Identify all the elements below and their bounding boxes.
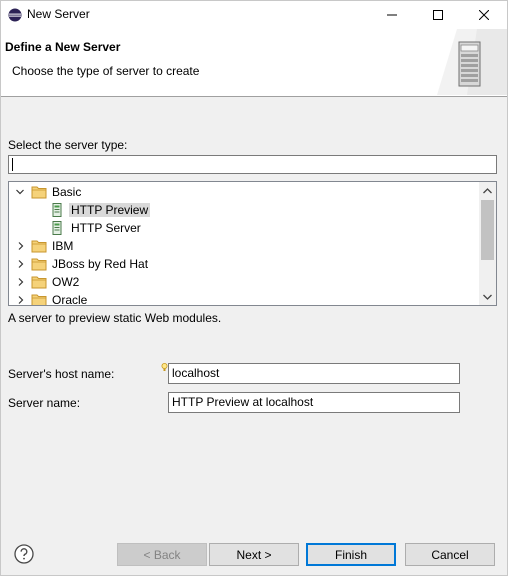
folder-icon xyxy=(31,186,47,199)
host-name-input[interactable]: localhost xyxy=(168,363,460,384)
tree-item-label: IBM xyxy=(52,239,74,253)
folder-icon xyxy=(31,276,47,289)
server-icon xyxy=(52,221,62,235)
server-banner-icon xyxy=(437,29,507,95)
minimize-icon xyxy=(387,14,397,16)
server-name-value: HTTP Preview at localhost xyxy=(172,395,314,409)
title-bar: New Server xyxy=(1,1,507,29)
tree-item-http-server[interactable]: HTTP Server xyxy=(9,219,479,237)
minimize-button[interactable] xyxy=(369,1,415,29)
help-icon[interactable] xyxy=(14,544,34,564)
chevron-right-icon[interactable] xyxy=(17,278,25,286)
tree-scrollbar[interactable] xyxy=(479,182,496,305)
tree-item-ibm[interactable]: IBM xyxy=(9,237,479,255)
server-name-label: Server name: xyxy=(8,396,81,410)
cancel-button[interactable]: Cancel xyxy=(405,543,495,566)
chevron-right-icon[interactable] xyxy=(17,260,25,268)
server-type-tree[interactable]: Basic HTTP Preview HTTP Server IBM JBoss… xyxy=(8,181,497,306)
content-assist-bulb-icon xyxy=(161,363,168,371)
chevron-right-icon[interactable] xyxy=(17,242,25,250)
new-server-dialog: New Server Define a New Server Choose th… xyxy=(0,0,508,576)
next-button[interactable]: Next > xyxy=(209,543,299,566)
wizard-header: Define a New Server Choose the type of s… xyxy=(1,29,507,97)
scroll-down-button[interactable] xyxy=(479,288,496,305)
tree-item-basic[interactable]: Basic xyxy=(9,183,479,201)
chevron-right-icon[interactable] xyxy=(17,296,25,304)
page-title: Define a New Server xyxy=(5,40,121,54)
host-name-label: Server's host name: xyxy=(8,367,115,381)
scroll-up-button[interactable] xyxy=(479,182,496,199)
tree-item-label: JBoss by Red Hat xyxy=(52,257,149,271)
server-type-description: A server to preview static Web modules. xyxy=(8,311,222,325)
server-icon xyxy=(52,203,62,217)
chevron-down-icon[interactable] xyxy=(16,188,24,196)
tree-item-oracle[interactable]: Oracle xyxy=(9,291,479,306)
server-type-filter-input[interactable] xyxy=(8,155,497,174)
tree-item-label: Basic xyxy=(52,185,82,199)
tree-item-label: OW2 xyxy=(52,275,80,289)
host-name-value: localhost xyxy=(172,366,220,380)
folder-icon xyxy=(31,258,47,271)
back-button[interactable]: < Back xyxy=(117,543,207,566)
chevron-down-icon xyxy=(483,294,492,300)
tree-item-label: HTTP Preview xyxy=(69,203,151,217)
tree-item-http-preview[interactable]: HTTP Preview xyxy=(9,201,479,219)
text-caret xyxy=(12,158,13,171)
maximize-button[interactable] xyxy=(415,1,461,29)
tree-item-label: HTTP Server xyxy=(71,221,141,235)
folder-icon xyxy=(31,240,47,253)
server-name-input[interactable]: HTTP Preview at localhost xyxy=(168,392,460,413)
eclipse-icon xyxy=(8,8,22,22)
finish-button[interactable]: Finish xyxy=(306,543,396,566)
maximize-icon xyxy=(433,10,443,20)
close-icon xyxy=(479,10,489,20)
tree-item-jboss[interactable]: JBoss by Red Hat xyxy=(9,255,479,273)
page-description: Choose the type of server to create xyxy=(12,64,200,78)
chevron-up-icon xyxy=(483,187,492,193)
tree-item-ow2[interactable]: OW2 xyxy=(9,273,479,291)
close-button[interactable] xyxy=(461,1,507,29)
server-type-label: Select the server type: xyxy=(8,138,128,152)
window-title: New Server xyxy=(27,7,90,21)
tree-item-label: Oracle xyxy=(52,293,88,306)
scroll-thumb[interactable] xyxy=(481,200,494,260)
folder-icon xyxy=(31,294,47,305)
